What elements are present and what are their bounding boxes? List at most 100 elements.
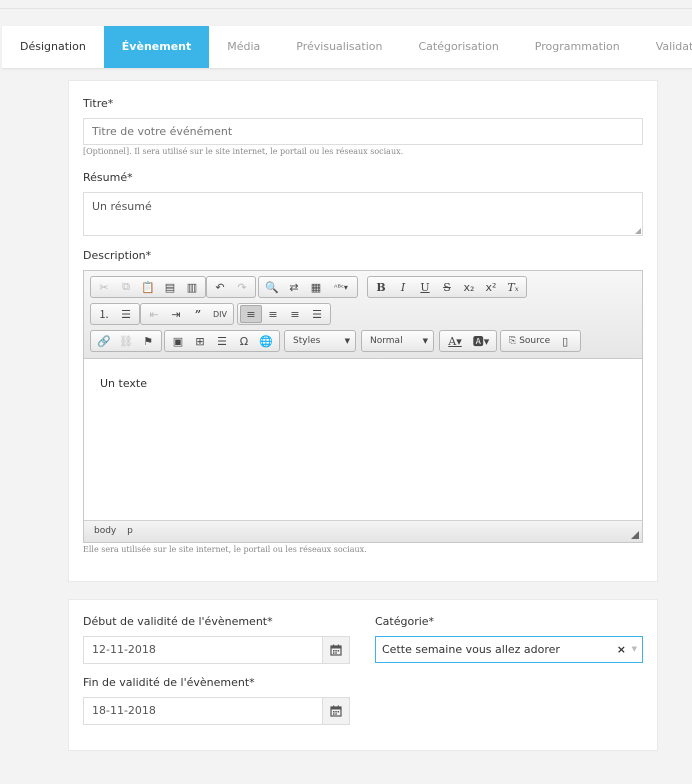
cut-icon[interactable]: ✂ — [93, 278, 115, 296]
italic-icon[interactable]: I — [392, 278, 414, 296]
summary-label: Résumé* — [83, 171, 133, 184]
text-color-icon[interactable]: A▾ — [442, 332, 468, 350]
description-label: Description* — [83, 249, 152, 262]
anchor-flag-icon[interactable]: ⚑ — [137, 332, 159, 350]
image-icon[interactable]: ▣ — [167, 332, 189, 350]
category-select[interactable]: Cette semaine vous allez adorer × ▼ — [375, 636, 643, 663]
category-selected-value: Cette semaine vous allez adorer — [382, 643, 560, 656]
align-group: ≡ ≡ ≡ ☰ — [237, 303, 331, 325]
background-color-icon[interactable]: 🅰▾ — [468, 332, 494, 350]
block-group: ⇤ ⇥ ” DIV — [140, 303, 234, 325]
link-icon[interactable]: 🔗 — [93, 332, 115, 350]
remove-format-icon[interactable]: Tₓ — [502, 278, 524, 296]
calendar-icon — [330, 644, 342, 656]
redo-icon[interactable]: ↷ — [231, 278, 253, 296]
end-date-label: Fin de validité de l'évènement* — [83, 676, 255, 689]
path-element-body[interactable]: body — [94, 526, 116, 536]
source-icon: ⎘ — [509, 336, 517, 346]
unlink-icon[interactable]: ⛓ — [115, 332, 137, 350]
paste-word-icon[interactable]: ▥ — [181, 278, 203, 296]
wizard-tabs: Désignation Évènement Média Prévisualisa… — [2, 26, 692, 69]
format-dropdown-label: Normal — [370, 336, 403, 346]
align-right-icon[interactable]: ≡ — [284, 305, 306, 323]
underline-icon[interactable]: U — [414, 278, 436, 296]
chevron-down-icon: ▼ — [422, 337, 428, 345]
undo-icon[interactable]: ↶ — [209, 278, 231, 296]
styles-dropdown-label: Styles — [293, 336, 321, 346]
paste-text-icon[interactable]: ▤ — [159, 278, 181, 296]
blockquote-icon[interactable]: ” — [187, 305, 209, 323]
history-group: ↶ ↷ — [206, 276, 256, 298]
chevron-down-icon: ▼ — [344, 337, 350, 345]
editor-path-bar: body p — [84, 520, 642, 542]
color-group: A▾ 🅰▾ — [439, 330, 497, 352]
start-date-label: Début de validité de l'évènement* — [83, 615, 273, 628]
select-all-icon[interactable]: ▦ — [305, 278, 327, 296]
start-date-calendar-button[interactable] — [322, 636, 350, 664]
basic-styles-group: B I U S x₂ x² Tₓ — [367, 276, 527, 298]
styles-dropdown[interactable]: Styles ▼ — [284, 330, 356, 352]
align-center-icon[interactable]: ≡ — [262, 305, 284, 323]
outdent-icon[interactable]: ⇤ — [143, 305, 165, 323]
find-group: 🔍 ⇄ ▦ ᴬᴮᶜ▾ — [258, 276, 358, 298]
editor-resize-handle[interactable] — [631, 531, 639, 539]
start-date-input[interactable]: 12-11-2018 — [83, 636, 323, 664]
source-button-label: Source — [519, 336, 551, 346]
bulleted-list-icon[interactable]: ☰ — [115, 305, 137, 323]
tab-designation[interactable]: Désignation — [2, 26, 104, 68]
align-left-icon[interactable]: ≡ — [240, 305, 262, 323]
paste-icon[interactable]: 📋 — [137, 278, 159, 296]
title-input[interactable] — [83, 118, 643, 145]
horizontal-rule-icon[interactable]: ☰ — [211, 332, 233, 350]
end-date-value: 18-11-2018 — [92, 704, 156, 717]
clear-selection-icon[interactable]: × — [617, 637, 626, 662]
source-group: ⎘ Source ▯ — [500, 330, 582, 352]
title-label: Titre* — [83, 97, 114, 110]
special-char-icon[interactable]: Ω — [233, 332, 255, 350]
end-date-input[interactable]: 18-11-2018 — [83, 697, 323, 725]
tab-validation[interactable]: Validation — [638, 26, 692, 68]
editor-content-text: Un texte — [100, 377, 147, 390]
title-help-text: [Optionnel]. Il sera utilisé sur le site… — [83, 147, 404, 156]
clipboard-group: ✂ ⧉ 📋 ▤ ▥ — [90, 276, 206, 298]
iframe-globe-icon[interactable]: 🌐 — [255, 332, 277, 350]
tab-media[interactable]: Média — [209, 26, 278, 68]
strikethrough-icon[interactable]: S — [436, 278, 458, 296]
replace-icon[interactable]: ⇄ — [283, 278, 305, 296]
superscript-icon[interactable]: x² — [480, 278, 502, 296]
tab-categorisation[interactable]: Catégorisation — [400, 26, 516, 68]
tab-programmation[interactable]: Programmation — [517, 26, 638, 68]
summary-textarea[interactable]: Un résumé — [83, 192, 643, 236]
templates-icon[interactable]: ▯ — [554, 332, 576, 350]
textarea-resize-handle[interactable] — [635, 228, 641, 234]
top-bar — [0, 0, 692, 9]
tab-previsualisation[interactable]: Prévisualisation — [278, 26, 400, 68]
align-justify-icon[interactable]: ☰ — [306, 305, 328, 323]
path-element-p[interactable]: p — [127, 526, 133, 536]
subscript-icon[interactable]: x₂ — [458, 278, 480, 296]
source-button[interactable]: ⎘ Source — [505, 332, 554, 350]
editor-content[interactable]: Un texte — [84, 360, 642, 520]
start-date-value: 12-11-2018 — [92, 643, 156, 656]
category-label: Catégorie* — [375, 615, 435, 628]
copy-icon[interactable]: ⧉ — [115, 278, 137, 296]
numbered-list-icon[interactable]: ⒈ — [93, 305, 115, 323]
calendar-icon — [330, 705, 342, 717]
summary-value: Un résumé — [92, 200, 152, 213]
description-help-text: Elle sera utilisée sur le site internet,… — [83, 545, 367, 554]
table-icon[interactable]: ⊞ — [189, 332, 211, 350]
insert-group: ▣ ⊞ ☰ Ω 🌐 — [164, 330, 280, 352]
format-dropdown[interactable]: Normal ▼ — [361, 330, 434, 352]
bold-icon[interactable]: B — [370, 278, 392, 296]
tab-evenement[interactable]: Évènement — [103, 26, 210, 68]
list-group: ⒈ ☰ — [90, 303, 140, 325]
rich-text-editor: ✂ ⧉ 📋 ▤ ▥ ↶ ↷ 🔍 ⇄ ▦ ᴬᴮᶜ▾ B I U S x₂ x² T… — [83, 270, 643, 543]
indent-icon[interactable]: ⇥ — [165, 305, 187, 323]
end-date-calendar-button[interactable] — [322, 697, 350, 725]
link-group: 🔗 ⛓ ⚑ — [90, 330, 162, 352]
div-container-icon[interactable]: DIV — [209, 305, 231, 323]
editor-toolbar: ✂ ⧉ 📋 ▤ ▥ ↶ ↷ 🔍 ⇄ ▦ ᴬᴮᶜ▾ B I U S x₂ x² T… — [84, 271, 642, 359]
find-icon[interactable]: 🔍 — [261, 278, 283, 296]
chevron-down-icon: ▼ — [631, 645, 637, 653]
spellcheck-icon[interactable]: ᴬᴮᶜ▾ — [327, 278, 355, 296]
